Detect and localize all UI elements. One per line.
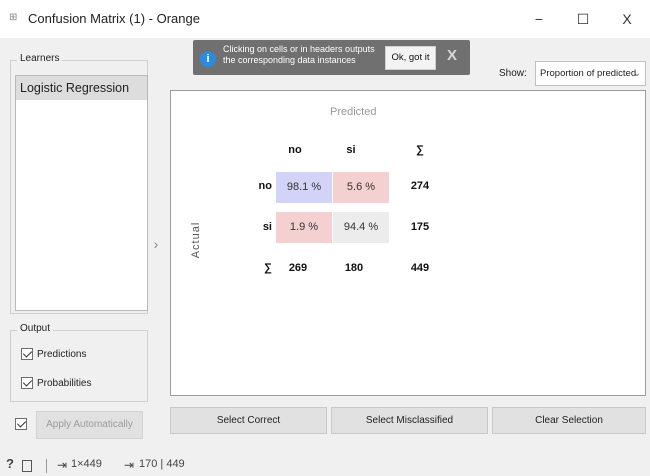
select-correct-button[interactable]: Select Correct [170,407,327,434]
probabilities-label: Probabilities [37,377,92,389]
row-total-si: 175 [410,221,430,233]
row-header-si[interactable]: si [252,221,272,233]
col-total-no: 269 [288,262,308,274]
output-summary[interactable]: 170 | 449 [139,458,185,470]
window-title: Confusion Matrix (1) - Orange [28,11,200,26]
status-bar: ? ⇥ 1×449 ⇥ 170 | 449 [0,455,650,476]
probabilities-checkbox[interactable] [21,377,33,389]
row-header-sum[interactable]: ∑ [252,262,272,274]
matrix-cell-si-no[interactable]: 1.9 % [276,212,332,243]
learners-title: Learners [17,53,63,64]
chevron-down-icon: ⌄ [633,68,641,79]
matrix-cell-si-si[interactable]: 94.4 % [333,212,389,243]
row-header-no[interactable]: no [252,180,272,192]
close-button[interactable]: X [608,6,646,32]
notification-close-icon[interactable]: X [447,47,457,64]
output-title: Output [17,323,54,334]
col-header-si[interactable]: si [336,144,366,156]
show-label: Show: [499,68,527,79]
predictions-checkbox-row[interactable]: Predictions [21,348,86,360]
input-summary[interactable]: 1×449 [71,458,102,470]
grand-total: 449 [410,262,430,274]
matrix-cell-no-no[interactable]: 98.1 % [276,172,332,203]
input-icon: ⇥ [57,458,68,472]
probabilities-checkbox-row[interactable]: Probabilities [21,377,91,389]
status-divider [46,459,47,473]
confusion-matrix-panel [170,90,646,396]
predictions-checkbox[interactable] [21,348,33,360]
show-select[interactable]: Proportion of predicted ⌄ [535,61,646,86]
info-icon: i [200,51,216,67]
learner-item[interactable]: Logistic Regression [16,76,147,100]
notification-text: Clicking on cells or in headers outputs … [223,44,375,65]
apply-automatically-checkbox[interactable] [15,418,27,430]
actual-axis-label: Actual [190,221,202,259]
col-header-sum[interactable]: ∑ [405,144,435,156]
collapse-sidebar-arrow-icon[interactable]: › [150,234,162,254]
orange-app-icon: ⊞ [9,12,18,23]
learners-list[interactable]: Logistic Regression [15,75,148,311]
col-total-si: 180 [344,262,364,274]
minimize-button[interactable]: − [520,6,558,32]
clear-selection-button[interactable]: Clear Selection [492,407,646,434]
row-total-no: 274 [410,180,430,192]
select-misclassified-button[interactable]: Select Misclassified [331,407,488,434]
report-icon[interactable] [22,460,32,472]
output-icon: ⇥ [124,458,135,472]
matrix-cell-no-si[interactable]: 5.6 % [333,172,389,203]
output-group [10,330,148,402]
apply-automatically-button[interactable]: Apply Automatically [36,411,143,439]
title-bar: ⊞ Confusion Matrix (1) - Orange − ☐ X [0,0,650,38]
maximize-button[interactable]: ☐ [564,6,602,32]
col-header-no[interactable]: no [280,144,310,156]
help-icon[interactable]: ? [6,456,14,471]
notification-bar: i Clicking on cells or in headers output… [193,40,470,75]
predictions-label: Predictions [37,348,87,360]
notification-ok-button[interactable]: Ok, got it [385,46,436,70]
predicted-axis-label: Predicted [330,106,377,118]
show-select-value: Proportion of predicted [540,68,637,79]
